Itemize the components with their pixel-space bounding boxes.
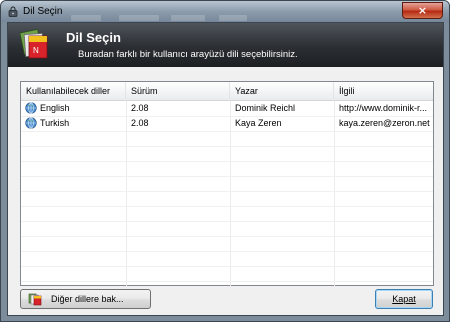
languages-icon: N [19,28,48,59]
column-header-related[interactable]: İlgili [334,82,433,101]
window-close-button[interactable]: × [402,2,443,19]
row-divider [21,176,433,177]
table-row[interactable]: Turkish 2.08 Kaya Zeren kaya.zeren@zeron… [21,116,433,131]
table-row[interactable]: English 2.08 Dominik Reichl http://www.d… [21,101,433,116]
row-divider [21,251,433,252]
header-banner: N Dil Seçin Buradan farklı bir kullanıcı… [8,23,443,67]
banner-title: Dil Seçin [66,30,121,45]
row-divider [21,266,433,267]
row-divider [21,221,433,222]
languages-icon [28,293,42,306]
row-divider [21,146,433,147]
banner-subtitle: Buradan farklı bir kullanıcı arayüzü dil… [78,49,298,60]
list-header: Kullanılabilecek diller Sürüm Yazar İlgi… [21,82,433,101]
dialog-window: Dil Seçin × N Dil Seçin Buradan farklı b… [0,0,450,322]
language-list[interactable]: Kullanılabilecek diller Sürüm Yazar İlgi… [20,81,434,286]
close-button-label: Kapat [392,294,416,304]
column-header-language[interactable]: Kullanılabilecek diller [21,82,126,101]
row-divider [21,161,433,162]
cell-related: kaya.zeren@zeron.net [339,118,430,128]
cell-related: http://www.dominik-r... [339,103,428,113]
window-title: Dil Seçin [23,6,63,17]
row-divider [21,131,433,132]
background-ghost [171,15,205,21]
row-divider [21,206,433,207]
row-divider [21,281,433,282]
background-ghost [71,15,101,21]
cell-language: Turkish [40,118,70,128]
cell-author: Dominik Reichl [235,103,296,113]
more-languages-button[interactable]: Diğer dillere bak... [20,289,151,309]
title-bar[interactable]: Dil Seçin × [1,1,449,22]
cell-version: 2.08 [131,118,149,128]
cell-language: English [40,103,70,113]
row-divider [21,191,433,192]
lock-icon [8,6,18,17]
background-ghost [119,15,159,21]
column-header-author[interactable]: Yazar [230,82,334,101]
dialog-body: N Dil Seçin Buradan farklı bir kullanıcı… [7,22,444,316]
cell-author: Kaya Zeren [235,118,282,128]
more-languages-label: Diğer dillere bak... [51,294,124,304]
cell-version: 2.08 [131,103,149,113]
background-ghost [219,15,247,21]
row-divider [21,236,433,237]
column-header-version[interactable]: Sürüm [126,82,230,101]
svg-text:N: N [33,46,39,55]
close-button[interactable]: Kapat [375,289,433,309]
